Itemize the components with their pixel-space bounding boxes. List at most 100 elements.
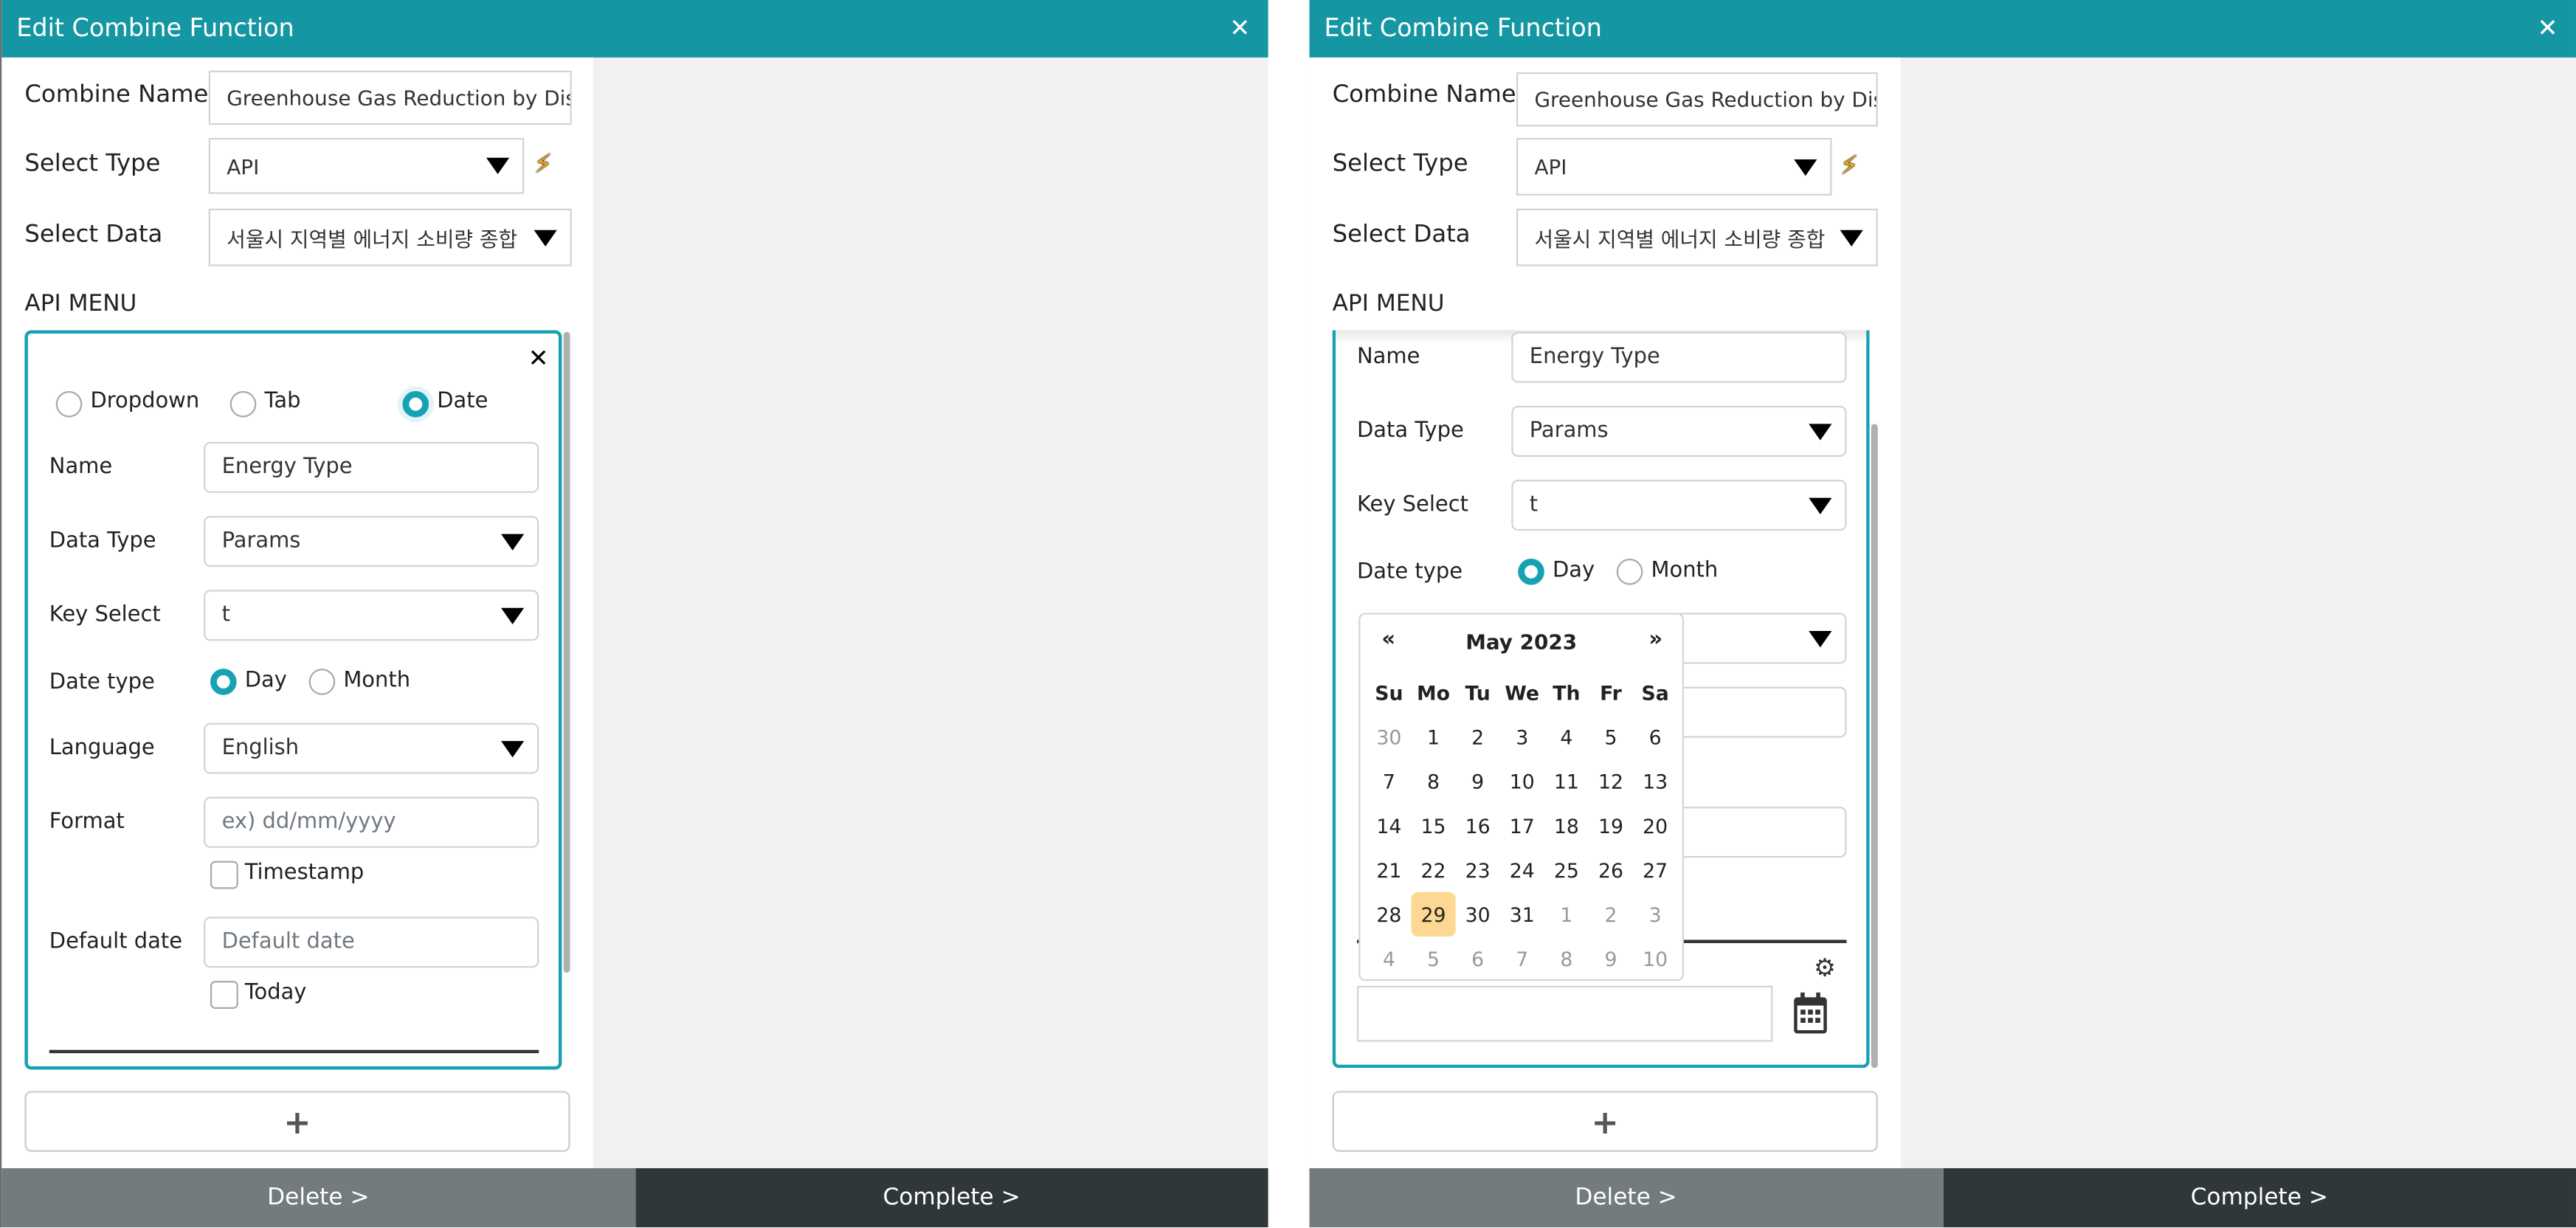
calendar-day[interactable]: 17 bbox=[1500, 804, 1544, 848]
radio-dropdown[interactable] bbox=[55, 390, 83, 418]
data-type-label: Data Type bbox=[1357, 418, 1464, 444]
complete-button[interactable]: Complete > bbox=[1942, 1167, 2576, 1228]
calendar-day[interactable]: 25 bbox=[1544, 848, 1589, 892]
calendar-day[interactable]: 7 bbox=[1367, 759, 1411, 804]
calendar-day[interactable]: 8 bbox=[1544, 936, 1589, 981]
combine-name-input[interactable]: Greenhouse Gas Reduction by Dis bbox=[1516, 72, 1878, 127]
calendar-day[interactable]: 27 bbox=[1633, 848, 1677, 892]
calendar-day[interactable]: 21 bbox=[1367, 848, 1411, 892]
form-sidebar: Combine Name Greenhouse Gas Reduction by… bbox=[1, 57, 593, 1168]
calendar-day[interactable]: 31 bbox=[1500, 892, 1544, 936]
key-select-dropdown[interactable]: t bbox=[1511, 480, 1847, 531]
calendar-day[interactable]: 10 bbox=[1633, 936, 1677, 981]
scrollbar[interactable] bbox=[1871, 424, 1878, 1069]
name-input[interactable]: Energy Type bbox=[204, 441, 539, 493]
calendar-day[interactable]: 9 bbox=[1456, 759, 1500, 804]
delete-button[interactable]: Delete > bbox=[1, 1167, 635, 1228]
radio-month[interactable] bbox=[308, 669, 336, 695]
radio-tab[interactable] bbox=[229, 390, 257, 418]
weekday-header: Fr bbox=[1600, 680, 1622, 705]
weekday-header: Su bbox=[1375, 680, 1403, 705]
calendar-day[interactable]: 23 bbox=[1456, 848, 1500, 892]
calendar-day[interactable]: 28 bbox=[1367, 892, 1411, 936]
calendar-day[interactable]: 13 bbox=[1633, 759, 1677, 804]
select-type-dropdown[interactable]: API bbox=[1516, 138, 1832, 196]
calendar-day[interactable]: 30 bbox=[1367, 714, 1411, 759]
calendar-day[interactable]: 3 bbox=[1500, 714, 1544, 759]
scrollbar[interactable] bbox=[563, 331, 570, 973]
lightning-icon[interactable]: ⚡ bbox=[1840, 150, 1859, 181]
radio-month[interactable] bbox=[1616, 558, 1643, 585]
calendar-day[interactable]: 11 bbox=[1544, 759, 1589, 804]
key-select-dropdown[interactable]: t bbox=[204, 590, 539, 641]
today-checkbox[interactable] bbox=[210, 981, 238, 1010]
calendar-day[interactable]: 20 bbox=[1633, 804, 1677, 848]
calendar-day[interactable]: 26 bbox=[1589, 848, 1633, 892]
calendar-day[interactable]: 5 bbox=[1589, 714, 1633, 759]
delete-button[interactable]: Delete > bbox=[1309, 1167, 1943, 1228]
calendar-day[interactable]: 14 bbox=[1367, 804, 1411, 848]
name-input[interactable]: Energy Type bbox=[1511, 331, 1847, 383]
calendar-day[interactable]: 18 bbox=[1544, 804, 1589, 848]
calendar-day[interactable]: 8 bbox=[1411, 759, 1455, 804]
calendar-day[interactable]: 6 bbox=[1456, 936, 1500, 981]
date-input[interactable] bbox=[1357, 985, 1773, 1042]
calendar-day[interactable]: 9 bbox=[1589, 936, 1633, 981]
select-type-value: API bbox=[1534, 154, 1567, 179]
calendar-day[interactable]: 12 bbox=[1589, 759, 1633, 804]
calendar-day[interactable]: 2 bbox=[1589, 892, 1633, 936]
calendar-day[interactable]: 30 bbox=[1456, 892, 1500, 936]
select-data-dropdown[interactable]: 서울시 지역별 에너지 소비량 종합 bbox=[208, 208, 572, 266]
chevron-down-icon bbox=[501, 533, 525, 550]
next-month-button[interactable]: » bbox=[1648, 627, 1662, 652]
default-date-input[interactable]: Default date bbox=[204, 917, 539, 968]
datepicker-month-label[interactable]: May 2023 bbox=[1360, 629, 1682, 654]
calendar-day[interactable]: 5 bbox=[1411, 936, 1455, 981]
calendar-day[interactable]: 16 bbox=[1456, 804, 1500, 848]
close-icon[interactable]: ✕ bbox=[2538, 13, 2558, 43]
key-select-label: Key Select bbox=[49, 603, 161, 628]
add-button[interactable]: + bbox=[24, 1091, 570, 1152]
calendar-day[interactable]: 7 bbox=[1500, 936, 1544, 981]
radio-day[interactable] bbox=[210, 669, 237, 695]
chevron-down-icon bbox=[486, 157, 510, 174]
calendar-day[interactable]: 22 bbox=[1411, 848, 1455, 892]
radio-tab-label: Tab bbox=[264, 389, 301, 415]
data-type-dropdown[interactable]: Params bbox=[1511, 405, 1847, 457]
select-data-label: Select Data bbox=[1332, 221, 1471, 249]
timestamp-checkbox[interactable] bbox=[210, 860, 238, 889]
add-button[interactable]: + bbox=[1332, 1091, 1878, 1152]
combine-name-input[interactable]: Greenhouse Gas Reduction by Dis bbox=[208, 70, 572, 125]
edit-combine-panel-left: Edit Combine Function ✕ Combine Name Gre… bbox=[0, 0, 1268, 1228]
calendar-day[interactable]: 1 bbox=[1411, 714, 1455, 759]
select-data-dropdown[interactable]: 서울시 지역별 에너지 소비량 종합 bbox=[1516, 208, 1878, 266]
close-icon[interactable]: ✕ bbox=[528, 343, 549, 373]
calendar-icon[interactable] bbox=[1792, 992, 1829, 1042]
calendar-day[interactable]: 4 bbox=[1367, 936, 1411, 981]
select-data-value: 서울시 지역별 에너지 소비량 종합 bbox=[1534, 227, 1826, 252]
radio-day[interactable] bbox=[1518, 558, 1544, 585]
language-dropdown[interactable]: English bbox=[204, 722, 539, 774]
calendar-day[interactable]: 1 bbox=[1544, 892, 1589, 936]
calendar-day[interactable]: 2 bbox=[1456, 714, 1500, 759]
calendar-day[interactable]: 3 bbox=[1633, 892, 1677, 936]
calendar-day[interactable]: 24 bbox=[1500, 848, 1544, 892]
combine-name-label: Combine Name bbox=[24, 82, 209, 108]
complete-button[interactable]: Complete > bbox=[635, 1167, 1268, 1228]
calendar-day[interactable]: 10 bbox=[1500, 759, 1544, 804]
calendar-day-selected[interactable]: 29 bbox=[1411, 891, 1456, 937]
data-type-dropdown[interactable]: Params bbox=[204, 516, 539, 568]
calendar-day[interactable]: 15 bbox=[1411, 804, 1455, 848]
select-type-dropdown[interactable]: API bbox=[208, 138, 525, 194]
format-label: Format bbox=[49, 810, 125, 835]
format-input[interactable]: ex) dd/mm/yyyy bbox=[204, 796, 539, 848]
close-icon[interactable]: ✕ bbox=[1229, 13, 1250, 43]
select-type-label: Select Type bbox=[24, 151, 161, 178]
calendar-day[interactable]: 6 bbox=[1633, 714, 1677, 759]
calendar-day[interactable]: 19 bbox=[1589, 804, 1633, 848]
api-menu-label: API MENU bbox=[24, 291, 137, 317]
gear-icon[interactable]: ⚙ bbox=[1814, 953, 1836, 982]
calendar-day[interactable]: 4 bbox=[1544, 714, 1589, 759]
radio-date[interactable] bbox=[402, 390, 429, 418]
lightning-icon[interactable]: ⚡ bbox=[534, 148, 553, 179]
